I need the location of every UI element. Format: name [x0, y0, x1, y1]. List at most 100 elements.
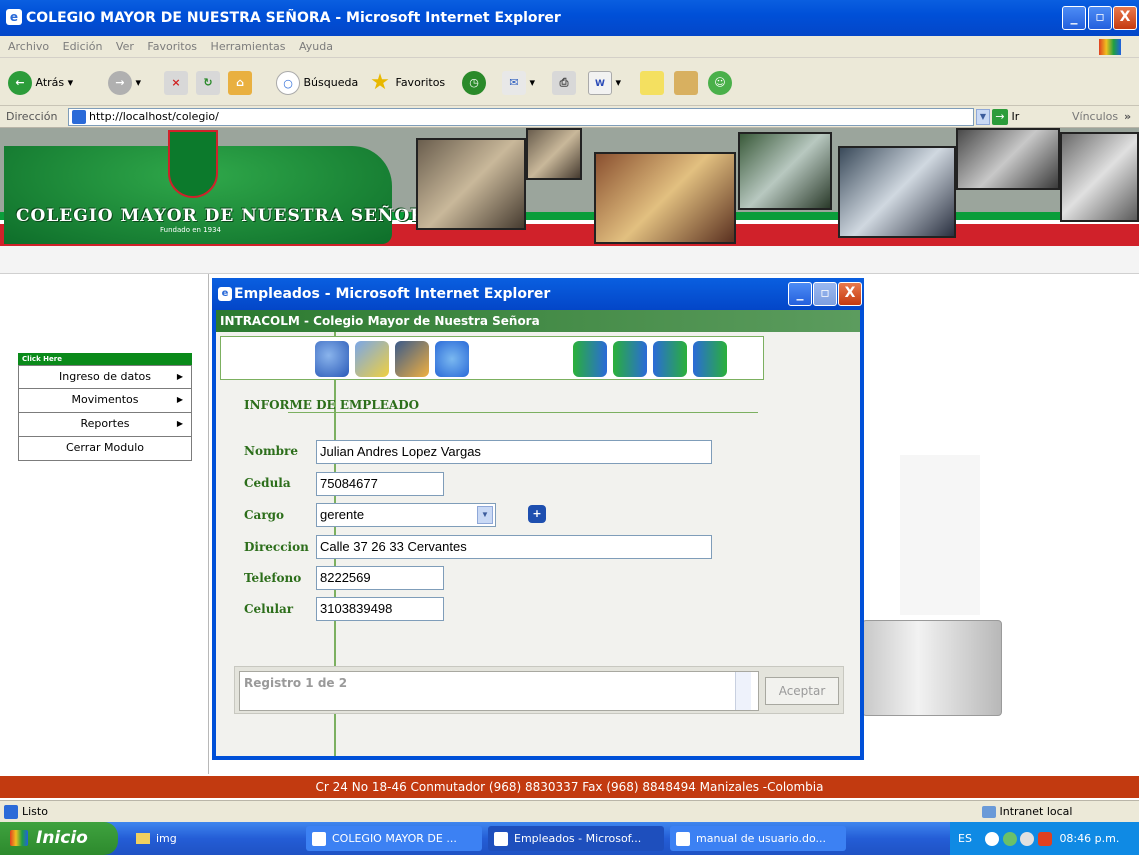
banner-photo-1 [416, 138, 526, 230]
record-status-text: Registro 1 de 2 [239, 671, 759, 711]
arrow-right-icon: ▶ [176, 419, 183, 428]
section-underline [288, 412, 758, 413]
favorites-button[interactable]: ★ Favoritos [368, 71, 445, 95]
language-indicator[interactable]: ES [958, 832, 972, 845]
banner-photo-6 [956, 128, 1060, 190]
crest-icon [168, 130, 218, 198]
next-record-icon[interactable] [653, 341, 687, 377]
stop-button[interactable]: × [164, 71, 188, 95]
links-label[interactable]: Vínculos [1072, 106, 1118, 128]
record-scrollbar[interactable] [735, 672, 751, 710]
refresh-icon: ↻ [196, 71, 220, 95]
banner-photo-3 [594, 152, 736, 244]
mail-button[interactable]: ✉ ▾ [502, 71, 535, 95]
tray-network-icon[interactable] [1002, 832, 1017, 846]
zone-label: Intranet local [999, 805, 1073, 818]
popup-maximize-button[interactable]: ▫ [813, 282, 837, 306]
edit-record-icon[interactable] [355, 341, 389, 377]
favorites-label: Favoritos [395, 76, 446, 89]
task-colegio[interactable]: COLEGIO MAYOR DE ... [306, 826, 482, 851]
address-bar: Dirección http://localhost/colegio/ ▼ → … [0, 106, 1139, 128]
discuss-button[interactable] [640, 71, 664, 95]
close-button[interactable]: X [1113, 6, 1137, 30]
task-img[interactable]: img [130, 826, 290, 851]
sidebar-item-reportes[interactable]: Reportes ▶ [18, 413, 192, 437]
record-status-panel: Registro 1 de 2 Aceptar [234, 666, 844, 714]
celular-label: Celular [244, 602, 294, 616]
status-text: Listo [22, 805, 48, 818]
menu-ayuda[interactable]: Ayuda [299, 40, 333, 53]
toolbar: ← Atrás ▾ → ▾ × ↻ ⌂ ○ Búsqueda ★ Favorit… [0, 58, 1139, 106]
messenger-button[interactable]: ☺ [708, 71, 732, 95]
first-record-icon[interactable] [573, 341, 607, 377]
menu-favoritos[interactable]: Favoritos [147, 40, 197, 53]
direccion-field[interactable]: Calle 37 26 33 Cervantes [316, 535, 712, 559]
content-topbar [0, 246, 1139, 274]
clock[interactable]: 08:46 p.m. [1059, 832, 1119, 845]
window-titlebar: e COLEGIO MAYOR DE NUESTRA SEÑORA - Micr… [0, 0, 1139, 36]
sidebar-item-movimentos[interactable]: Movimentos ▶ [18, 389, 192, 413]
previous-record-icon[interactable] [613, 341, 647, 377]
delete-record-icon[interactable] [315, 341, 349, 377]
back-button[interactable]: ← Atrás ▾ [8, 71, 73, 95]
task-label: COLEGIO MAYOR DE ... [332, 832, 457, 845]
books-icon [674, 71, 698, 95]
menu-ver[interactable]: Ver [116, 40, 134, 53]
task-label: manual de usuario.do... [696, 832, 826, 845]
celular-field[interactable]: 3103839498 [316, 597, 444, 621]
arrow-right-icon: ▶ [176, 372, 183, 381]
search-record-icon[interactable] [395, 341, 429, 377]
chevron-down-icon: ▼ [477, 506, 493, 524]
search-button[interactable]: ○ Búsqueda [276, 71, 358, 95]
cedula-field[interactable]: 75084677 [316, 472, 444, 496]
go-button[interactable]: → Ir [992, 108, 1019, 126]
last-record-icon[interactable] [693, 341, 727, 377]
menu-edicion[interactable]: Edición [63, 40, 103, 53]
forward-button[interactable]: → ▾ [108, 71, 141, 95]
chevron-right-icon[interactable]: » [1124, 106, 1131, 128]
tray-arrow-icon[interactable] [985, 832, 1000, 846]
sidebar-item-cerrar[interactable]: Cerrar Modulo [18, 437, 192, 461]
menu-herramientas[interactable]: Herramientas [211, 40, 286, 53]
menu-archivo[interactable]: Archivo [8, 40, 49, 53]
direccion-label: Direccion [244, 540, 309, 554]
taskbar: Inicio img COLEGIO MAYOR DE ... Empleado… [0, 822, 1139, 855]
zone-text: Intranet local [982, 801, 1072, 823]
history-button[interactable]: ◷ [462, 71, 486, 95]
home-icon: ⌂ [228, 71, 252, 95]
tray-volume-icon[interactable] [1020, 832, 1035, 846]
popup-close-button[interactable]: X [838, 282, 862, 306]
task-empleados[interactable]: Empleados - Microsof... [488, 826, 664, 851]
accept-button[interactable]: Aceptar [765, 677, 839, 705]
popup-minimize-button[interactable]: _ [788, 282, 812, 306]
popup-titlebar: e Empleados - Microsoft Internet Explore… [212, 278, 864, 310]
side-menu: Click Here Ingreso de datos ▶ Movimentos… [18, 353, 192, 461]
address-url: http://localhost/colegio/ [89, 110, 219, 123]
home-button[interactable]: ⌂ [228, 71, 252, 95]
word-icon: W [588, 71, 612, 95]
print-button[interactable]: ⎙ [552, 71, 576, 95]
cargo-select[interactable]: gerente ▼ [316, 503, 496, 527]
maximize-button[interactable]: ▫ [1088, 6, 1112, 30]
sidebar-item-ingreso[interactable]: Ingreso de datos ▶ [18, 365, 192, 389]
telefono-field[interactable]: 8222569 [316, 566, 444, 590]
address-input[interactable]: http://localhost/colegio/ [68, 108, 974, 126]
research-button[interactable] [674, 71, 698, 95]
task-label: Empleados - Microsof... [514, 832, 642, 845]
nombre-field[interactable]: Julian Andres Lopez Vargas [316, 440, 712, 464]
ie-icon [494, 832, 508, 846]
address-dropdown-icon[interactable]: ▼ [976, 109, 990, 125]
stop-icon: × [164, 71, 188, 95]
banner-photo-5 [838, 146, 956, 238]
task-manual[interactable]: manual de usuario.do... [670, 826, 846, 851]
cargo-value: gerente [320, 507, 365, 522]
start-button[interactable]: Inicio [0, 822, 118, 855]
add-cargo-button[interactable]: + [528, 505, 546, 523]
refresh-record-icon[interactable] [435, 341, 469, 377]
minimize-button[interactable]: _ [1062, 6, 1086, 30]
edit-button[interactable]: W ▾ [588, 71, 621, 95]
refresh-button[interactable]: ↻ [196, 71, 220, 95]
tray-security-icon[interactable] [1037, 832, 1052, 846]
history-icon: ◷ [462, 71, 486, 95]
sidebar-item-label: Movimentos [71, 393, 139, 406]
